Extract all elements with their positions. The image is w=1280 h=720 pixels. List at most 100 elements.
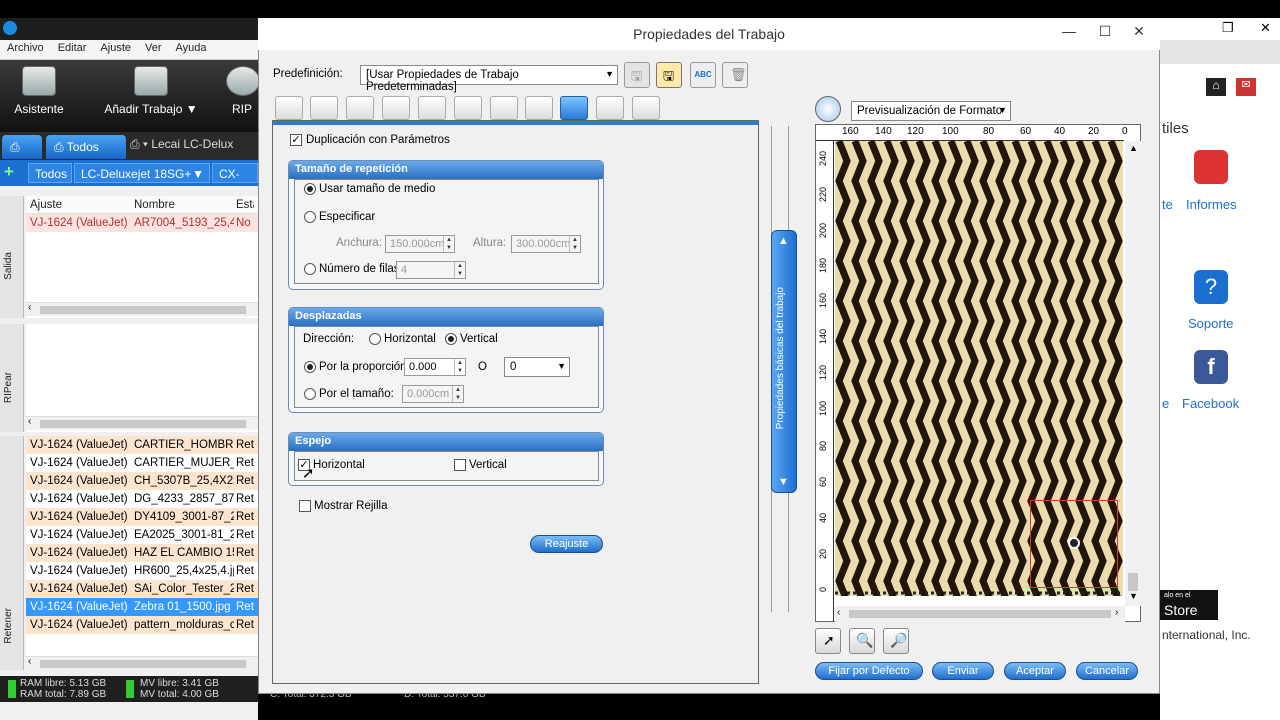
add-filter-icon[interactable]: + xyxy=(4,162,14,182)
table-row[interactable]: VJ-1624 (ValueJet) SAi_Color_Tester_20Ret xyxy=(26,580,258,598)
scroll-left-icon[interactable]: ‹ xyxy=(28,302,31,313)
scroll-left-icon[interactable]: ‹ xyxy=(28,656,31,667)
tab-color-icon[interactable] xyxy=(490,96,518,120)
maximize-icon[interactable]: ☐ xyxy=(1088,18,1122,44)
predefinicion-select[interactable]: [Usar Propiedades de Trabajo Predetermin… xyxy=(360,65,618,93)
spinner-arrows-icon[interactable]: ▲ ▼ xyxy=(443,236,454,252)
direction-horizontal-radio[interactable] xyxy=(369,333,381,345)
zoom-tool-button[interactable]: 🔍 xyxy=(849,628,875,654)
col-estado[interactable]: Esta xyxy=(234,196,254,213)
te-link[interactable]: te xyxy=(1162,197,1173,212)
scroll-up-icon[interactable]: ▲ xyxy=(1129,143,1138,153)
especificar-radio[interactable] xyxy=(304,211,316,223)
table-row[interactable]: VJ-1624 (ValueJet) AR7004_5193_25,4x2No xyxy=(26,214,258,232)
facebook-link[interactable]: Facebook xyxy=(1182,396,1239,411)
tab-mark-icon[interactable] xyxy=(596,96,624,120)
hold-hscroll[interactable]: ‹ xyxy=(26,656,258,670)
tab-edit-icon[interactable] xyxy=(632,96,660,120)
anchura-input[interactable]: 150.000cm ▲ ▼ xyxy=(385,235,455,253)
scroll-thumb[interactable] xyxy=(849,610,1111,618)
table-row[interactable]: VJ-1624 (ValueJet) CARTIER_MUJER_10Ret xyxy=(26,454,258,472)
menu-ayuda[interactable]: Ayuda xyxy=(169,40,214,56)
table-row[interactable]: VJ-1624 (ValueJet) pattern_molduras_cRet xyxy=(26,616,258,634)
basic-properties-strip[interactable]: ▲ Propiedades básicas del trabajo ▼ xyxy=(771,230,797,493)
save-preset-button[interactable]: 🖫 xyxy=(624,62,650,88)
scroll-thumb[interactable] xyxy=(40,306,246,314)
preview-hscroll[interactable]: ‹ › xyxy=(835,606,1125,622)
col-ajuste[interactable]: Ajuste xyxy=(26,196,130,213)
fit-view-button[interactable]: 🔎 xyxy=(883,628,909,654)
spinner-arrows-icon[interactable]: ▲ ▼ xyxy=(569,236,580,252)
e-link[interactable]: e xyxy=(1162,396,1169,411)
close-icon[interactable]: ✕ xyxy=(1260,20,1271,36)
cancelar-button[interactable]: Cancelar xyxy=(1076,662,1138,680)
mirror-vertical-checkbox[interactable] xyxy=(454,459,466,471)
table-row[interactable]: VJ-1624 (ValueJet) DY4109_3001-87_25Ret xyxy=(26,508,258,526)
menu-editar[interactable]: Editar xyxy=(51,40,94,56)
usar-tamano-radio[interactable] xyxy=(304,183,316,195)
rip-button[interactable]: RIP xyxy=(226,66,258,116)
app-store-badge[interactable]: alo en el Store xyxy=(1160,590,1218,620)
close-icon[interactable]: ✕ xyxy=(1122,18,1156,44)
anadir-dropdown-arrow[interactable]: ▼ xyxy=(186,102,198,116)
soporte-link[interactable]: Soporte xyxy=(1188,316,1234,331)
table-row[interactable]: VJ-1624 (ValueJet) CARTIER_HOMBRE_Ret xyxy=(26,436,258,454)
preview-mode-select[interactable]: Previsualización de Formato ▼ xyxy=(851,101,1011,121)
table-row[interactable]: VJ-1624 (ValueJet) DG_4233_2857_87_2Ret xyxy=(26,490,258,508)
select-tool-button[interactable]: ➚ xyxy=(815,628,841,654)
scroll-thumb[interactable] xyxy=(1128,573,1138,591)
fijar-por-defecto-button[interactable]: Fijar por Defecto xyxy=(815,662,923,680)
proporcion-select[interactable]: 0 ▼ xyxy=(504,357,570,377)
tab-todos[interactable]: ⎙ Todos xyxy=(46,135,126,159)
num-filas-input[interactable]: 4 ▲ ▼ xyxy=(396,261,466,279)
menu-ajuste[interactable]: Ajuste xyxy=(93,40,138,56)
restore-icon[interactable]: ❐ xyxy=(1222,20,1234,36)
table-row-selected[interactable]: VJ-1624 (ValueJet) Zebra 01_1500.jpg Ret xyxy=(26,598,258,616)
spinner-arrows-icon[interactable]: ▲ ▼ xyxy=(452,386,463,402)
rip-hscroll[interactable]: ‹ xyxy=(26,416,258,430)
tab-tiling-icon[interactable] xyxy=(560,96,588,120)
filter-printer[interactable]: LC-Deluxejet 18SG+ ▼ xyxy=(74,163,210,183)
scroll-right-icon[interactable]: › xyxy=(1115,607,1118,618)
scroll-thumb[interactable] xyxy=(40,660,246,668)
table-row[interactable]: VJ-1624 (ValueJet) CH_5307B_25,4X25,4Ret xyxy=(26,472,258,490)
save-as-preset-button[interactable]: 🖫 xyxy=(656,62,682,88)
tab-crop-icon[interactable] xyxy=(454,96,482,120)
hold-side-tab[interactable]: Retener xyxy=(0,436,24,670)
table-row[interactable]: VJ-1624 (ValueJet) HAZ EL CAMBIO 15,Ret xyxy=(26,544,258,562)
rip-side-tab[interactable]: RIPear xyxy=(0,324,24,432)
output-hscroll[interactable]: ‹ xyxy=(26,302,258,316)
num-filas-radio[interactable] xyxy=(304,263,316,275)
scroll-down-icon[interactable]: ▼ xyxy=(1129,591,1138,601)
menu-ver[interactable]: Ver xyxy=(138,40,169,56)
tamano-input[interactable]: 0.000cm ▲ ▼ xyxy=(402,385,464,403)
rename-preset-button[interactable]: ABC xyxy=(690,62,716,88)
preview-vscroll[interactable]: ▲ ▼ xyxy=(1125,141,1141,606)
informes-link[interactable]: Informes xyxy=(1186,197,1237,212)
tab-layers-icon[interactable] xyxy=(525,96,553,120)
direction-vertical-radio[interactable] xyxy=(445,333,457,345)
filter-cx[interactable]: CX-500 xyxy=(212,163,258,183)
col-nombre[interactable]: Nombre xyxy=(130,196,234,213)
clock-icon[interactable] xyxy=(815,96,841,122)
mail-icon[interactable]: ✉ xyxy=(1236,78,1256,96)
duplication-checkbox[interactable]: ✓ xyxy=(290,134,302,146)
rotate-handle-icon[interactable] xyxy=(1068,537,1080,549)
arrow-up-icon[interactable]: ▲ xyxy=(778,235,789,247)
scroll-thumb[interactable] xyxy=(40,420,246,428)
tab-printer[interactable]: ⎙ ▾ Lecai LC-Delux xyxy=(130,137,258,152)
enviar-button[interactable]: Enviar xyxy=(932,662,994,680)
spinner-arrows-icon[interactable]: ▲ ▼ xyxy=(454,359,465,375)
reajuste-button[interactable]: Reajuste xyxy=(530,535,603,553)
tab-size-icon[interactable] xyxy=(346,96,374,120)
proporcion-radio[interactable] xyxy=(304,361,316,373)
arrow-down-icon[interactable]: ▼ xyxy=(778,476,789,488)
output-side-tab[interactable]: Salida xyxy=(0,196,24,318)
filter-todos[interactable]: Todos xyxy=(28,163,72,183)
tab-grid-icon[interactable] xyxy=(418,96,446,120)
aceptar-button[interactable]: Aceptar xyxy=(1004,662,1066,680)
informes-icon[interactable] xyxy=(1194,150,1228,184)
altura-input[interactable]: 300.000cm ▲ ▼ xyxy=(511,235,581,253)
tab-general-icon[interactable] xyxy=(275,96,303,120)
home-icon[interactable]: ⌂ xyxy=(1206,78,1226,96)
